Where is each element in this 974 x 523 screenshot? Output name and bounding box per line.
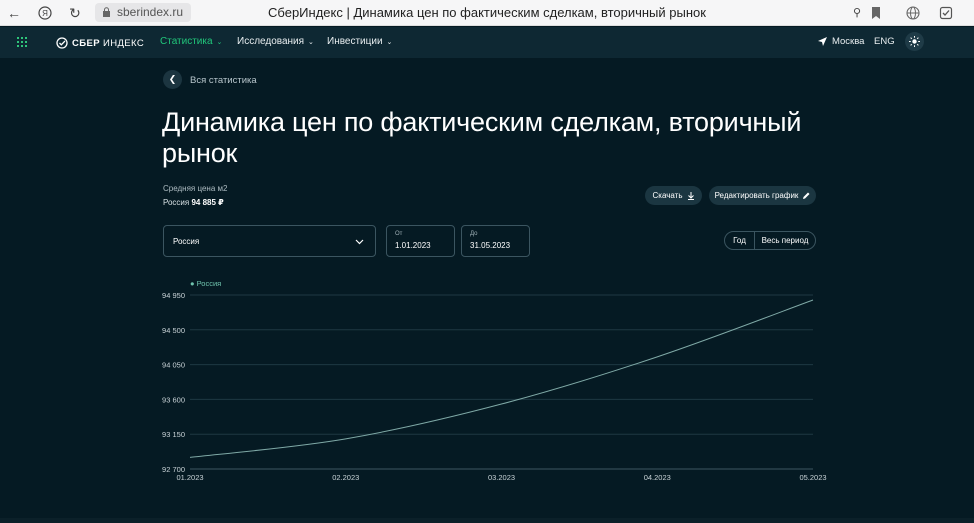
metric-value: 94 885 ₽ [191, 198, 224, 207]
y-tick-label: 94 950 [162, 291, 185, 300]
sberindex-logo[interactable]: СБЕР ИНДЕКС [56, 36, 144, 50]
browser-toolbar: ← Я ↻ sberindex.ru СберИндекс | Динамика… [0, 0, 974, 26]
key-icon[interactable]: ⚲ [848, 4, 866, 22]
extension-icon[interactable] [937, 4, 955, 22]
nav-investments-label: Инвестиции [327, 36, 383, 47]
download-label: Скачать [652, 191, 683, 200]
site-header: СБЕР ИНДЕКС Статистика ⌄ Исследования ⌄ Ин… [0, 27, 974, 58]
bookmark-icon[interactable] [867, 4, 885, 22]
x-tick-label: 01.2023 [176, 473, 203, 482]
globe-icon[interactable] [904, 4, 922, 22]
legend-label: Россия [196, 279, 222, 288]
location-arrow-icon [818, 37, 827, 46]
period-switch: Год Весь период [724, 231, 816, 250]
edit-chart-label: Редактировать график [714, 191, 799, 200]
period-all-button[interactable]: Весь период [755, 232, 815, 249]
back-arrow-icon[interactable]: ← [5, 4, 23, 22]
city-label: Москва [832, 36, 865, 47]
x-tick-label: 05.2023 [799, 473, 826, 482]
y-tick-label: 93 150 [162, 430, 185, 439]
language-switch[interactable]: ENG [874, 36, 895, 47]
download-icon [687, 191, 694, 200]
date-to-field[interactable]: До 31.05.2023 [461, 225, 530, 257]
chevron-left-icon: ❮ [168, 74, 177, 84]
y-tick-label: 94 500 [162, 326, 185, 335]
y-tick-label: 92 700 [162, 465, 185, 474]
yandex-icon[interactable]: Я [36, 4, 54, 22]
chevron-down-icon [355, 239, 364, 245]
sun-icon [909, 36, 920, 47]
city-selector[interactable]: Москва [818, 36, 864, 47]
logo-light-text: ИНДЕКС [102, 37, 145, 49]
nav-statistics[interactable]: Статистика ⌄ [160, 36, 222, 47]
metric-summary: Россия 94 885 ₽ [163, 198, 224, 207]
back-button[interactable]: ❮ [163, 70, 182, 89]
chart-legend[interactable]: ● Россия [190, 279, 221, 288]
url-text: sberindex.ru [117, 5, 184, 19]
edit-chart-button[interactable]: Редактировать график [709, 186, 816, 205]
date-to-label: До [470, 231, 478, 237]
metric-region: Россия [163, 198, 190, 207]
nav-statistics-label: Статистика [160, 36, 213, 47]
y-tick-label: 93 600 [162, 395, 185, 404]
nav-research-label: Исследования [237, 36, 305, 47]
nav-research[interactable]: Исследования ⌄ [237, 36, 314, 47]
theme-toggle[interactable] [905, 32, 924, 51]
chart-y-axis: 92 700 93 150 93 600 94 050 94 500 94 950 [162, 291, 185, 474]
nav-investments[interactable]: Инвестиции ⌄ [327, 36, 392, 47]
legend-marker: ● [190, 279, 195, 288]
address-bar[interactable]: sberindex.ru [95, 3, 192, 22]
chevron-down-icon: ⌄ [386, 38, 393, 46]
pencil-icon [803, 192, 810, 199]
region-select[interactable]: Россия [163, 225, 376, 257]
date-from-label: От [395, 231, 403, 237]
series-line-russia[interactable] [189, 299, 814, 458]
page-bottom-edge [0, 518, 974, 523]
logo-bold-text: СБЕР [72, 37, 100, 49]
chevron-down-icon: ⌄ [216, 38, 223, 46]
chevron-down-icon: ⌄ [308, 38, 314, 46]
lock-icon [103, 7, 110, 17]
back-link-label[interactable]: Вся статистика [190, 75, 257, 86]
metric-label: Средняя цена м2 [163, 184, 228, 193]
date-to-value: 31.05.2023 [470, 241, 511, 250]
date-from-value: 1.01.2023 [395, 241, 431, 250]
svg-text:Я: Я [42, 9, 48, 18]
x-tick-label: 03.2023 [488, 473, 515, 482]
chart-x-axis: 01.2023 02.2023 03.2023 04.2023 05.2023 [176, 473, 826, 482]
page-title: Динамика цен по фактическим сделкам, вто… [162, 107, 802, 168]
x-tick-label: 02.2023 [332, 473, 359, 482]
y-tick-label: 94 050 [162, 361, 185, 370]
price-line-chart: 92 700 93 150 93 600 94 050 94 500 94 950 01.… [162, 291, 827, 482]
period-year-button[interactable]: Год [725, 232, 755, 249]
date-from-field[interactable]: От 1.01.2023 [386, 225, 455, 257]
x-tick-label: 04.2023 [644, 473, 671, 482]
reload-icon[interactable]: ↻ [66, 4, 84, 22]
download-button[interactable]: Скачать [645, 186, 702, 205]
sber-logo-icon [56, 37, 68, 49]
region-select-value: Россия [173, 237, 200, 246]
chart-grid [190, 294, 813, 470]
apps-grid-icon[interactable] [17, 37, 27, 47]
